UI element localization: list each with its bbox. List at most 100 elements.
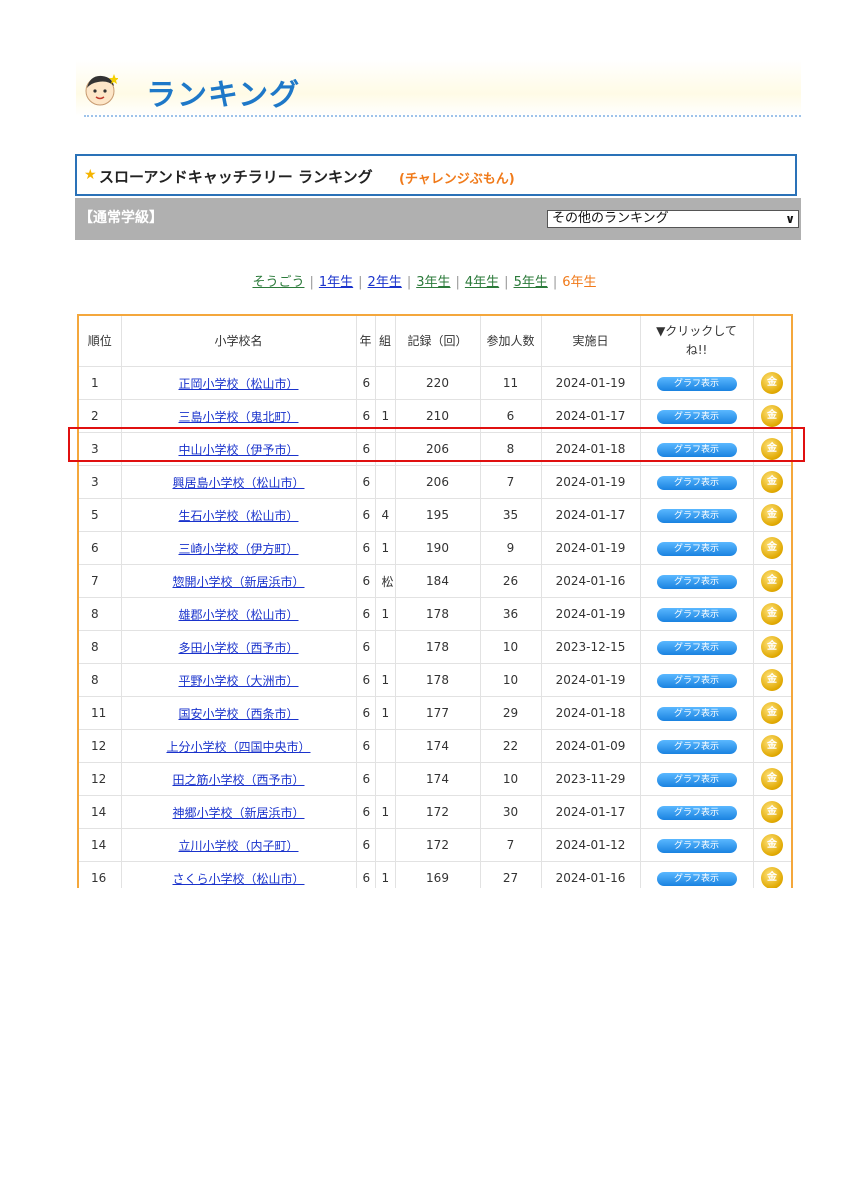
school-link[interactable]: 多田小学校（西予市）	[178, 641, 298, 655]
gold-medal-icon[interactable]: 金	[761, 537, 783, 559]
class-cell	[375, 828, 396, 862]
graph-button[interactable]: グラフ表示	[656, 641, 737, 655]
date-cell: 2023-11-29	[541, 762, 641, 796]
gold-medal-icon[interactable]: 金	[761, 471, 783, 493]
graph-button[interactable]: グラフ表示	[656, 509, 737, 523]
grade-tab-3[interactable]: 3年生	[416, 275, 450, 290]
gold-medal-icon[interactable]: 金	[761, 735, 783, 757]
gold-medal-icon[interactable]: 金	[761, 867, 783, 888]
grade-cell: 6	[356, 531, 376, 565]
record-cell: 177	[395, 696, 481, 730]
gold-medal-icon[interactable]: 金	[761, 405, 783, 427]
graph-button[interactable]: グラフ表示	[656, 542, 737, 556]
grade-tab-4[interactable]: 4年生	[465, 275, 499, 290]
school-link[interactable]: 立川小学校（内子町）	[178, 839, 298, 853]
grade-tab-0[interactable]: そうごう	[252, 275, 304, 290]
medal-cell: 金	[753, 861, 791, 888]
grade-nav: そうごう | 1年生 | 2年生 | 3年生 | 4年生 | 5年生 | 6年生	[0, 271, 849, 290]
rank-cell: 8	[79, 597, 122, 631]
school-cell: 雄郡小学校（松山市）	[121, 597, 357, 631]
school-link[interactable]: 惣開小学校（新居浜市）	[172, 575, 304, 589]
grade-cell: 6	[356, 498, 376, 532]
rank-cell: 11	[79, 696, 122, 730]
school-link[interactable]: 上分小学校（四国中央市）	[166, 740, 310, 754]
grade-cell: 6	[356, 663, 376, 697]
school-link[interactable]: 国安小学校（西条市）	[178, 707, 298, 721]
graph-button[interactable]: グラフ表示	[656, 740, 737, 754]
ranking-title: スローアンドキャッチラリー ランキング	[99, 168, 373, 186]
grade-cell: 6	[356, 861, 376, 888]
grade-tab-5[interactable]: 5年生	[514, 275, 548, 290]
school-link[interactable]: 三島小学校（鬼北町）	[178, 410, 298, 424]
school-link[interactable]: 興居島小学校（松山市）	[172, 476, 304, 490]
school-cell: 立川小学校（内子町）	[121, 828, 357, 862]
graph-button[interactable]: グラフ表示	[656, 707, 737, 721]
participants-cell: 36	[480, 597, 542, 631]
graph-button[interactable]: グラフ表示	[656, 410, 737, 424]
nav-separator: |	[309, 275, 314, 290]
medal-cell: 金	[753, 795, 791, 829]
rank-cell: 16	[79, 861, 122, 888]
child-face-icon	[85, 74, 118, 106]
graph-button[interactable]: グラフ表示	[656, 773, 737, 787]
participants-cell: 29	[480, 696, 542, 730]
graph-cell: グラフ表示	[640, 564, 754, 598]
medal-cell: 金	[753, 828, 791, 862]
col-participants: 参加人数	[480, 316, 542, 367]
school-link[interactable]: 平野小学校（大洲市）	[178, 674, 298, 688]
gold-medal-icon[interactable]: 金	[761, 636, 783, 658]
record-cell: 172	[395, 795, 481, 829]
school-link[interactable]: 田之筋小学校（西予市）	[172, 773, 304, 787]
graph-button[interactable]: グラフ表示	[656, 476, 737, 490]
grade-cell: 6	[356, 597, 376, 631]
medal-cell: 金	[753, 729, 791, 763]
graph-button[interactable]: グラフ表示	[656, 608, 737, 622]
school-link[interactable]: 三崎小学校（伊方町）	[178, 542, 298, 556]
graph-button[interactable]: グラフ表示	[656, 872, 737, 886]
school-cell: 上分小学校（四国中央市）	[121, 729, 357, 763]
graph-button[interactable]: グラフ表示	[656, 674, 737, 688]
class-cell: 4	[375, 498, 396, 532]
gold-medal-icon[interactable]: 金	[761, 768, 783, 790]
class-cell	[375, 366, 396, 400]
class-cell: 松	[375, 564, 396, 598]
graph-cell: グラフ表示	[640, 630, 754, 664]
nav-separator: |	[455, 275, 460, 290]
medal-cell: 金	[753, 564, 791, 598]
graph-button[interactable]: グラフ表示	[656, 377, 737, 391]
gold-medal-icon[interactable]: 金	[761, 372, 783, 394]
record-cell: 174	[395, 762, 481, 796]
header-divider	[84, 115, 801, 117]
school-link[interactable]: 生石小学校（松山市）	[178, 509, 298, 523]
gold-medal-icon[interactable]: 金	[761, 504, 783, 526]
graph-button[interactable]: グラフ表示	[656, 839, 737, 853]
gold-medal-icon[interactable]: 金	[761, 702, 783, 724]
ranking-table: 順位 小学校名 年 組 記録（回） 参加人数 実施日 ▼クリックしてね!! 1 正…	[79, 316, 791, 888]
col-graph-label: ▼クリックしてね!!	[656, 324, 737, 357]
date-cell: 2024-01-19	[541, 597, 641, 631]
participants-cell: 10	[480, 663, 542, 697]
graph-button[interactable]: グラフ表示	[656, 575, 737, 589]
col-grade: 年	[356, 316, 376, 367]
school-link[interactable]: 正岡小学校（松山市）	[178, 377, 298, 391]
school-link[interactable]: 雄郡小学校（松山市）	[178, 608, 298, 622]
gold-medal-icon[interactable]: 金	[761, 669, 783, 691]
ranking-subtitle: (チャレンジぶもん)	[399, 172, 515, 187]
grade-tab-2[interactable]: 2年生	[368, 275, 402, 290]
gold-medal-icon[interactable]: 金	[761, 801, 783, 823]
other-ranking-select[interactable]: その他のランキング ∨	[547, 210, 799, 228]
grade-tab-1[interactable]: 1年生	[319, 275, 353, 290]
record-cell: 172	[395, 828, 481, 862]
gold-medal-icon[interactable]: 金	[761, 603, 783, 625]
participants-cell: 27	[480, 861, 542, 888]
school-link[interactable]: 神郷小学校（新居浜市）	[172, 806, 304, 820]
graph-button[interactable]: グラフ表示	[656, 806, 737, 820]
participants-cell: 7	[480, 465, 542, 499]
school-link[interactable]: さくら小学校（松山市）	[172, 872, 304, 886]
participants-cell: 9	[480, 531, 542, 565]
graph-cell: グラフ表示	[640, 663, 754, 697]
gold-medal-icon[interactable]: 金	[761, 570, 783, 592]
date-cell: 2024-01-19	[541, 465, 641, 499]
gold-medal-icon[interactable]: 金	[761, 834, 783, 856]
school-cell: 神郷小学校（新居浜市）	[121, 795, 357, 829]
